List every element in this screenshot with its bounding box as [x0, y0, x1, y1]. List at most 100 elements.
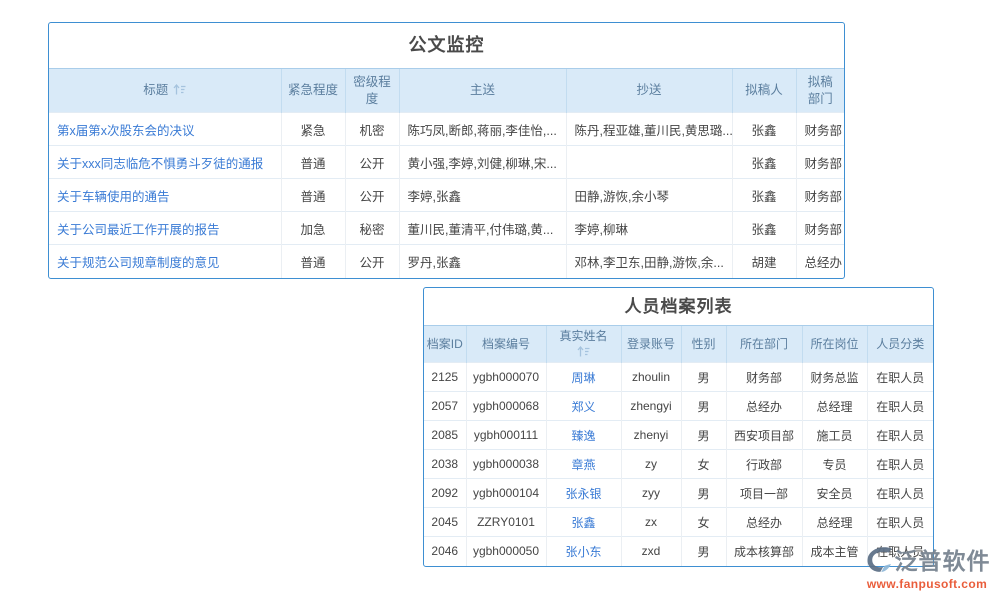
dept-cell: 西安项目部 [726, 421, 802, 450]
sort-icon[interactable] [173, 84, 186, 95]
watermark-url: www.fanpusoft.com [857, 577, 997, 591]
personnel-title: 人员档案列表 [424, 288, 933, 325]
col-header-category: 人员分类 [867, 326, 933, 363]
real-name-link[interactable]: 张小东 [546, 537, 621, 566]
category-cell: 在职人员 [867, 479, 933, 508]
drafter-cell: 胡建 [732, 245, 796, 278]
gender-cell: 男 [681, 392, 726, 421]
main-send-cell: 罗丹,张鑫 [399, 245, 566, 278]
main-send-cell: 黄小强,李婷,刘健,柳琳,宋... [399, 146, 566, 179]
post-cell: 总经理 [802, 392, 867, 421]
category-cell: 在职人员 [867, 392, 933, 421]
col-header-archive-code: 档案编号 [466, 326, 546, 363]
archive-id-cell: 2046 [424, 537, 466, 566]
real-name-link[interactable]: 郑义 [546, 392, 621, 421]
drafter-cell: 张鑫 [732, 146, 796, 179]
col-header-login: 登录账号 [621, 326, 681, 363]
drafter-cell: 张鑫 [732, 113, 796, 146]
real-name-link[interactable]: 臻逸 [546, 421, 621, 450]
urgency-cell: 紧急 [281, 113, 345, 146]
post-cell: 总经理 [802, 508, 867, 537]
archive-code-cell: ygbh000038 [466, 450, 546, 479]
doc-title-link[interactable]: 第x届第x次股东会的决议 [49, 113, 281, 146]
gender-cell: 女 [681, 450, 726, 479]
post-cell: 安全员 [802, 479, 867, 508]
archive-id-cell: 2092 [424, 479, 466, 508]
archive-code-cell: ygbh000104 [466, 479, 546, 508]
real-name-link[interactable]: 张永银 [546, 479, 621, 508]
personnel-panel: 人员档案列表 档案ID 档案编号 真实姓名 登录账号 性别 所在部门 所在岗位 … [423, 287, 934, 567]
col-header-dept: 所在部门 [726, 326, 802, 363]
table-row: 2038 ygbh000038 章燕 zy 女 行政部 专员 在职人员 [424, 450, 933, 479]
post-cell: 施工员 [802, 421, 867, 450]
real-name-link[interactable]: 张鑫 [546, 508, 621, 537]
doc-monitor-table: 标题 紧急程度 密级程度 主送 抄送 拟稿人 拟稿部门 第x届第x次股东会的决议… [49, 68, 844, 278]
dept-cell: 项目一部 [726, 479, 802, 508]
table-row: 关于车辆使用的通告 普通 公开 李婷,张鑫 田静,游恢,余小琴 张鑫 财务部 [49, 179, 844, 212]
login-cell: zhengyi [621, 392, 681, 421]
doc-title-link[interactable]: 关于xxx同志临危不惧勇斗歹徒的通报 [49, 146, 281, 179]
fanpu-logo-icon [864, 544, 894, 574]
doc-title-link[interactable]: 关于公司最近工作开展的报告 [49, 212, 281, 245]
category-cell: 在职人员 [867, 421, 933, 450]
table-row: 第x届第x次股东会的决议 紧急 机密 陈巧凤,断郎,蒋丽,李佳怡,... 陈丹,… [49, 113, 844, 146]
category-cell: 在职人员 [867, 508, 933, 537]
gender-cell: 男 [681, 479, 726, 508]
doc-title-link[interactable]: 关于规范公司规章制度的意见 [49, 245, 281, 278]
table-row: 关于xxx同志临危不惧勇斗歹徒的通报 普通 公开 黄小强,李婷,刘健,柳琳,宋.… [49, 146, 844, 179]
real-name-link[interactable]: 章燕 [546, 450, 621, 479]
draft-dept-cell: 财务部 [796, 212, 844, 245]
table-row: 2057 ygbh000068 郑义 zhengyi 男 总经办 总经理 在职人… [424, 392, 933, 421]
table-row: 2045 ZZRY0101 张鑫 zx 女 总经办 总经理 在职人员 [424, 508, 933, 537]
col-header-real-name[interactable]: 真实姓名 [546, 326, 621, 363]
col-header-doc-title[interactable]: 标题 [49, 69, 281, 113]
cc-cell: 李婷,柳琳 [566, 212, 732, 245]
doc-title-link[interactable]: 关于车辆使用的通告 [49, 179, 281, 212]
category-cell: 在职人员 [867, 363, 933, 392]
draft-dept-cell: 总经办 [796, 245, 844, 278]
col-header-secrecy: 密级程度 [345, 69, 399, 113]
archive-id-cell: 2085 [424, 421, 466, 450]
cc-cell: 田静,游恢,余小琴 [566, 179, 732, 212]
drafter-cell: 张鑫 [732, 212, 796, 245]
main-send-cell: 李婷,张鑫 [399, 179, 566, 212]
gender-cell: 男 [681, 537, 726, 566]
category-cell: 在职人员 [867, 450, 933, 479]
dept-cell: 财务部 [726, 363, 802, 392]
col-header-urgency: 紧急程度 [281, 69, 345, 113]
dept-cell: 行政部 [726, 450, 802, 479]
login-cell: zx [621, 508, 681, 537]
login-cell: zy [621, 450, 681, 479]
archive-id-cell: 2125 [424, 363, 466, 392]
personnel-table: 档案ID 档案编号 真实姓名 登录账号 性别 所在部门 所在岗位 人员分类 21… [424, 325, 933, 566]
urgency-cell: 加急 [281, 212, 345, 245]
table-row: 2085 ygbh000111 臻逸 zhenyi 男 西安项目部 施工员 在职… [424, 421, 933, 450]
archive-code-cell: ygbh000068 [466, 392, 546, 421]
gender-cell: 男 [681, 363, 726, 392]
login-cell: zyy [621, 479, 681, 508]
login-cell: zhoulin [621, 363, 681, 392]
archive-code-cell: ygbh000050 [466, 537, 546, 566]
table-row: 关于规范公司规章制度的意见 普通 公开 罗丹,张鑫 邓林,李卫东,田静,游恢,余… [49, 245, 844, 278]
login-cell: zxd [621, 537, 681, 566]
post-cell: 财务总监 [802, 363, 867, 392]
archive-id-cell: 2057 [424, 392, 466, 421]
col-header-draft-dept: 拟稿部门 [796, 69, 844, 113]
main-send-cell: 董川民,董清平,付伟璐,黄... [399, 212, 566, 245]
main-send-cell: 陈巧凤,断郎,蒋丽,李佳怡,... [399, 113, 566, 146]
dept-cell: 总经办 [726, 392, 802, 421]
real-name-link[interactable]: 周琳 [546, 363, 621, 392]
doc-monitor-panel: 公文监控 标题 紧急程度 密级程度 主送 抄送 拟稿人 拟稿部门 第x届第x次股… [48, 22, 845, 279]
col-header-doc-title-label: 标题 [143, 83, 168, 97]
urgency-cell: 普通 [281, 179, 345, 212]
sort-icon[interactable] [577, 346, 590, 357]
watermark-brand: 泛普软件 [895, 542, 991, 576]
login-cell: zhenyi [621, 421, 681, 450]
drafter-cell: 张鑫 [732, 179, 796, 212]
doc-monitor-title: 公文监控 [49, 23, 844, 68]
cc-cell [566, 146, 732, 179]
col-header-main-send: 主送 [399, 69, 566, 113]
personnel-header-row: 档案ID 档案编号 真实姓名 登录账号 性别 所在部门 所在岗位 人员分类 [424, 326, 933, 363]
secrecy-cell: 公开 [345, 245, 399, 278]
draft-dept-cell: 财务部 [796, 179, 844, 212]
